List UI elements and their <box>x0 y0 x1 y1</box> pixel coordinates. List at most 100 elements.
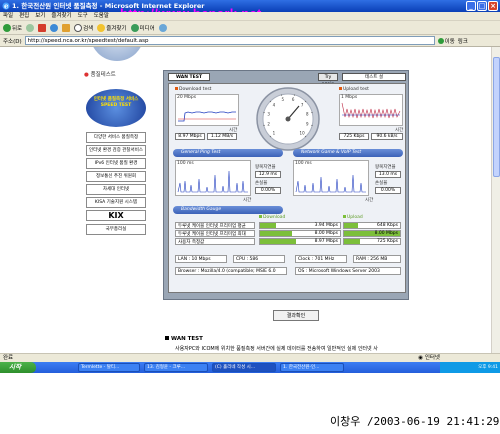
forward-button[interactable] <box>26 23 35 32</box>
home-button[interactable] <box>62 23 71 32</box>
vertical-scrollbar[interactable] <box>491 47 500 353</box>
sidebar-link-7[interactable]: 국무총리실 <box>86 224 146 235</box>
menu-file[interactable]: 파일 <box>3 12 13 20</box>
maximize-button[interactable]: □ <box>477 1 487 11</box>
sidebar-link-0[interactable]: 다양한 서비스 품질측정 <box>86 132 146 143</box>
download-rate: 8.97 Mbps <box>175 133 205 140</box>
stop-button[interactable] <box>38 23 47 32</box>
search-button[interactable]: 검색 <box>74 23 93 32</box>
go-button[interactable]: 이동 <box>437 37 455 45</box>
download-graph: 20 Mbps <box>175 94 239 126</box>
game-voip-time-label: 시간 <box>365 198 374 203</box>
clock-info: Clock : 701 MHz <box>295 255 347 263</box>
system-info-row-2: Browser : Mozilla/4.0 (compatible; MSIE … <box>175 267 401 275</box>
menubar: 파일 편집 보기 즐겨찾기 도구 도움말 <box>0 12 500 21</box>
back-arrow-icon <box>3 23 11 32</box>
browser-info: Browser : Mozilla/4.0 (compatible; MSIE … <box>175 267 287 275</box>
bandwidth-down-value: 8.97 Mbps <box>314 239 338 244</box>
svg-text:e: e <box>4 2 9 10</box>
system-tray: 오후 9:41 <box>440 362 500 373</box>
bandwidth-up-value: 725 Kbps <box>376 239 398 244</box>
general-ping-time-label: 시간 <box>243 198 252 203</box>
forward-arrow-icon <box>26 23 35 32</box>
general-ping-loss: 0.00% <box>255 187 281 194</box>
tab-wan-test[interactable]: WAN TEST <box>168 73 210 81</box>
bandwidth-up-value: 8.00 Mbps <box>374 231 398 236</box>
menu-edit[interactable]: 편집 <box>19 12 29 20</box>
bandwidth-row-label: 두루넷 케이블 인터넷 프리미엄 평균 <box>175 222 255 229</box>
back-button[interactable]: 뒤로 <box>3 23 22 32</box>
sidebar-link-6[interactable]: KIX <box>86 210 146 221</box>
gauge-tick-label: 10 <box>300 131 306 136</box>
bandwidth-down-value: 8.00 Mbps <box>314 231 338 236</box>
sidebar: ● 품질테스트 인터넷 품질측정 서비스 SPEED TEST 다양한 서비스 … <box>80 47 154 347</box>
bandwidth-down-bar <box>260 239 296 244</box>
bandwidth-header: Bandwidth Gauge <box>173 206 283 214</box>
general-ping-avg-label: 왕복지연율 <box>255 165 276 170</box>
general-ping-plot <box>177 170 248 193</box>
start-button[interactable]: 시작 <box>0 362 36 373</box>
site-logo <box>90 47 144 61</box>
general-ping-loss-label: 손실율 <box>255 181 268 186</box>
media-button[interactable]: 미디어 <box>130 23 155 32</box>
sidebar-link-3[interactable]: 정보통신 추진 위원회 <box>86 171 146 182</box>
confirm-result-button[interactable]: 결과확인 <box>273 310 319 321</box>
try-again-button[interactable]: Try again <box>318 73 338 87</box>
favorites-label: 즐겨찾기 <box>106 25 127 32</box>
menu-view[interactable]: 보기 <box>35 12 45 20</box>
bandwidth-down-cell: 8.00 Mbps <box>259 230 341 237</box>
upload-rate-bytes: 90.6 kB/s <box>371 133 403 140</box>
taskbar-item[interactable]: (C) 홀리네 작성 시... <box>212 363 276 372</box>
sidebar-link-2[interactable]: IPv6 인터넷 품질 환경 <box>86 158 146 169</box>
menu-help[interactable]: 도움말 <box>94 12 109 20</box>
taskbar-item[interactable]: 13. 김형윤 - 크루... <box>144 363 208 372</box>
favorites-button[interactable]: 즐겨찾기 <box>97 23 127 32</box>
bandwidth-download-header: Download <box>259 215 285 220</box>
bandwidth-row-max: 두루넷 케이블 인터넷 프리미엄 최대 8.00 Mbps 8.00 Mbps <box>175 230 401 237</box>
taskbar-item[interactable]: 1. 한국전산원-인... <box>280 363 344 372</box>
address-input[interactable]: http://speed.nca.or.kr/speedtest/default… <box>24 36 435 45</box>
game-voip-loss: 0.00% <box>375 187 401 194</box>
bandwidth-up-cell: 725 Kbps <box>343 238 401 245</box>
scrollbar-thumb[interactable] <box>493 57 500 177</box>
upload-graph: 1 Mbps <box>339 94 403 126</box>
system-info-row-1: LAN : 10 Mbps CPU : 586 Clock : 701 MHz … <box>175 255 401 263</box>
os-info: OS : Microsoft Windows Server 2003 <box>295 267 401 275</box>
bandwidth-up-cell: 8.00 Mbps <box>343 230 401 237</box>
taskbar-item[interactable]: Termlette - 탈티... <box>78 363 140 372</box>
links-label[interactable]: 링크 <box>458 37 468 45</box>
go-arrow-icon <box>437 37 444 44</box>
security-zone: ◉ 인터넷 <box>418 355 440 361</box>
sidebar-link-5[interactable]: KISA 기술지원 시스템 <box>86 197 146 208</box>
bandwidth-up-bar <box>344 223 358 228</box>
speedtest-banner[interactable]: 인터넷 품질측정 서비스 SPEED TEST <box>86 89 146 127</box>
wan-section-text: 사용자PC와 ICOM에 위치한 품질측정 서버간에 실제 데이터를 전송하여 … <box>175 346 378 352</box>
gauge-tick-label: 2 <box>267 122 270 127</box>
bandwidth-row-user: 사용자 측정값 8.97 Mbps 725 Kbps <box>175 238 401 245</box>
game-voip-loss-label: 손실율 <box>375 181 388 186</box>
media-label: 미디어 <box>139 25 155 32</box>
ie-icon: e <box>2 2 10 10</box>
media-icon <box>130 23 139 32</box>
minimize-button[interactable]: _ <box>466 1 476 11</box>
gauge-tick-label: 6 <box>292 97 295 102</box>
address-label: 주소(D) <box>3 38 22 45</box>
close-button[interactable]: × <box>488 1 498 11</box>
server-select[interactable]: 테스트 설 <box>342 73 406 81</box>
sidebar-link-1[interactable]: 인터넷 환경 검증 관찰서비스 <box>86 145 146 156</box>
refresh-button[interactable] <box>50 23 59 32</box>
upload-plot <box>341 102 401 119</box>
history-button[interactable] <box>158 23 167 32</box>
bandwidth-down-bar <box>260 231 292 236</box>
sidebar-link-4[interactable]: 차세대 인터넷 <box>86 184 146 195</box>
status-bar: 완료 ◉ 인터넷 <box>0 353 500 362</box>
game-voip-avg: 13.0 ms <box>375 171 401 178</box>
bandwidth-upload-header: Upload <box>343 215 363 220</box>
address-bar: 주소(D) http://speed.nca.or.kr/speedtest/d… <box>0 35 500 47</box>
download-plot <box>178 111 236 122</box>
menu-favorites[interactable]: 즐겨찾기 <box>51 12 71 20</box>
menu-tools[interactable]: 도구 <box>78 12 88 20</box>
search-icon <box>74 23 83 32</box>
bandwidth-down-value: 3.94 Mbps <box>314 223 338 228</box>
game-voip-graph: 100 ms <box>293 160 369 196</box>
